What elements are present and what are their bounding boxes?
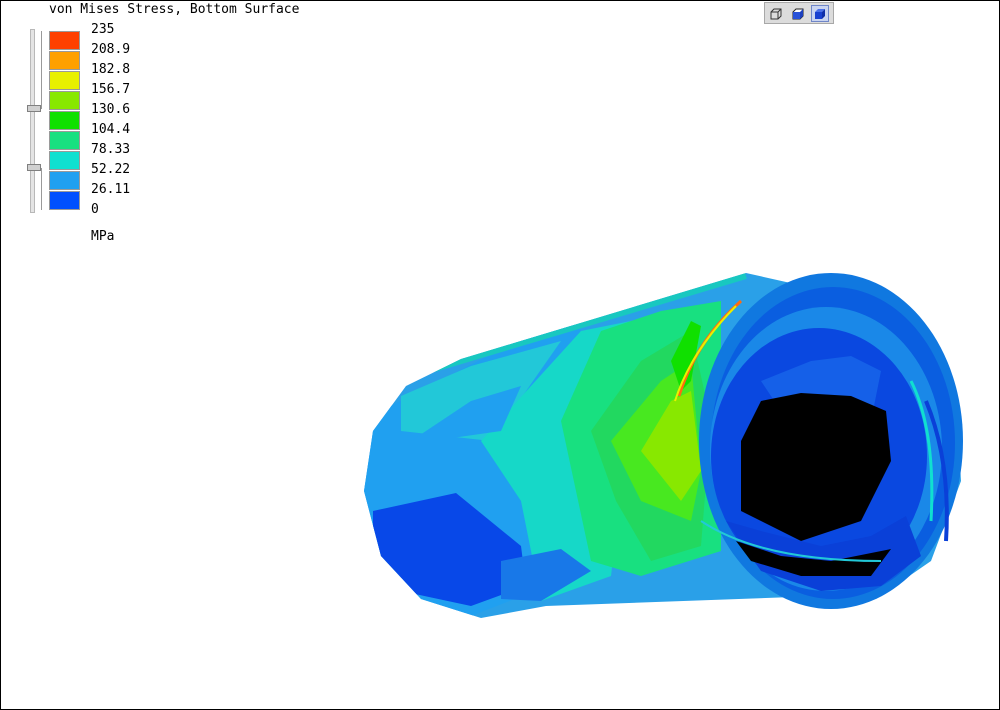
legend-label: 52.22 [91, 162, 131, 177]
legend-swatch [49, 91, 80, 110]
legend-swatch [49, 71, 80, 90]
shaded-view-button[interactable] [789, 5, 807, 22]
legend-label: 130.6 [91, 102, 131, 117]
pipe-stress-model[interactable] [1, 1, 999, 709]
legend-label: 235 [91, 22, 115, 37]
legend-unit: MPa [91, 229, 115, 244]
solid-view-icon [815, 8, 825, 19]
solid-view-button[interactable] [811, 5, 829, 22]
view-mode-toolbar [764, 2, 834, 24]
wireframe-view-button[interactable] [767, 5, 785, 22]
plot-title: von Mises Stress, Bottom Surface [49, 2, 300, 17]
legend-swatch [49, 171, 80, 190]
range-slider-track[interactable] [30, 29, 35, 213]
legend-label: 182.8 [91, 62, 131, 77]
legend-swatch [49, 111, 80, 130]
legend-swatch [49, 51, 80, 70]
range-slider-upper-handle[interactable] [27, 105, 41, 112]
results-viewport-frame: von Mises Stress, Bottom Surface 235 208… [0, 0, 1000, 710]
shaded-view-icon [792, 8, 804, 19]
legend-label: 0 [91, 202, 99, 217]
legend-swatch [49, 131, 80, 150]
wireframe-view-icon [770, 8, 782, 19]
legend-swatch [49, 151, 80, 170]
legend-label: 156.7 [91, 82, 131, 97]
legend-label: 78.33 [91, 142, 131, 157]
legend-label: 104.4 [91, 122, 131, 137]
legend-label: 208.9 [91, 42, 131, 57]
legend-swatch [49, 31, 80, 50]
legend-swatch [49, 191, 80, 210]
pipe-open-end [699, 273, 963, 609]
slider-guide-line [41, 168, 42, 210]
legend-label: 26.11 [91, 182, 131, 197]
slider-guide-line [41, 31, 42, 109]
range-slider-lower-handle[interactable] [27, 164, 41, 171]
